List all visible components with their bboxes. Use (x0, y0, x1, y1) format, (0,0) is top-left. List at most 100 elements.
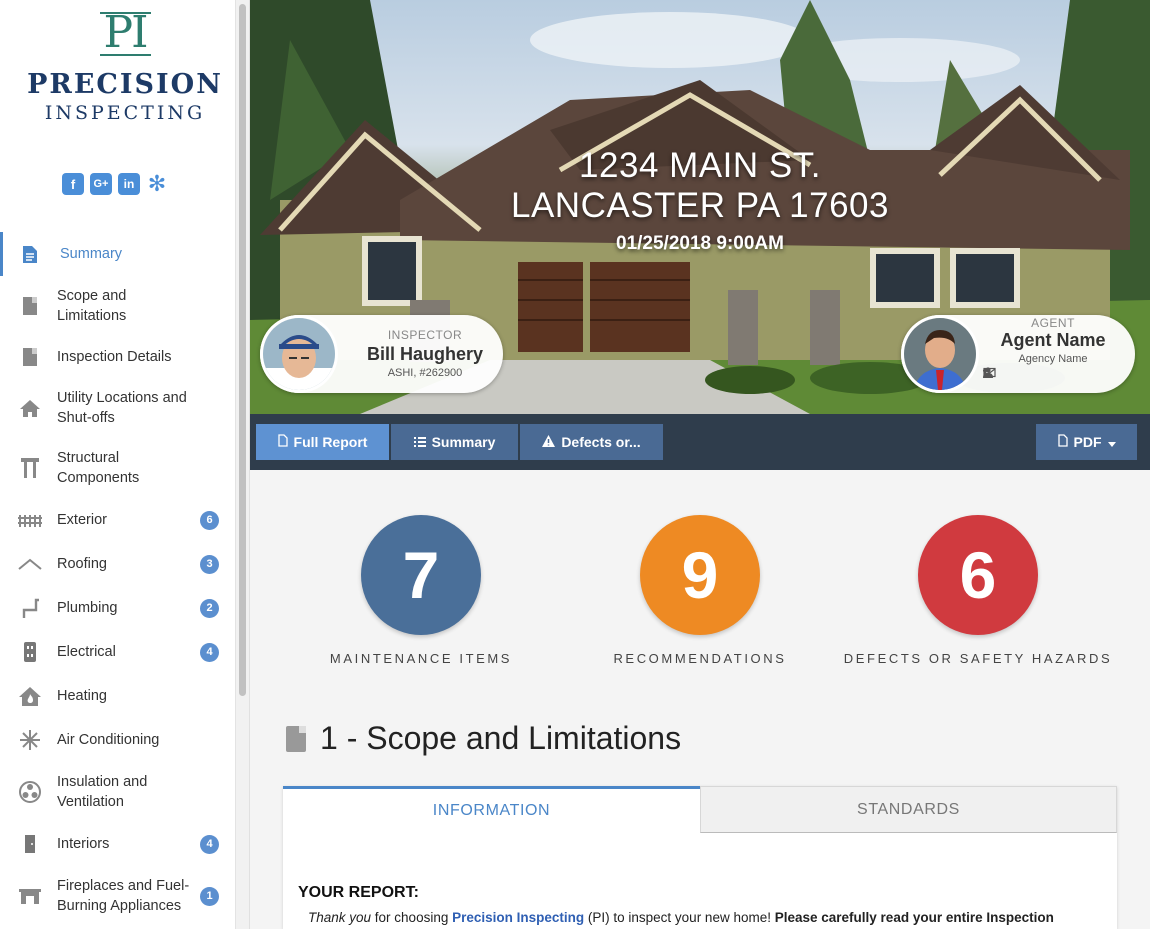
logo-subtitle: INSPECTING (44, 102, 206, 124)
agent-name: Agent Name (1000, 330, 1106, 350)
pipe-icon (18, 596, 42, 620)
report-heading: YOUR REPORT: (298, 884, 419, 901)
sidebar-item-fireplaces[interactable]: Fireplaces and Fuel-Burning Appliances 1 (0, 866, 235, 926)
intro-emphasis: Please carefully read your entire Inspec… (774, 910, 1054, 925)
sidebar-item-interiors[interactable]: Interiors 4 (0, 822, 235, 866)
sidebar-item-roofing[interactable]: Roofing 3 (0, 542, 235, 586)
full-report-button[interactable]: Full Report (256, 424, 389, 460)
inspector-credentials: ASHI, #262900 (387, 367, 463, 379)
defects-count-circle: 6 (918, 515, 1038, 635)
snowflake-icon (18, 728, 42, 752)
section-heading: 1 - Scope and Limitations (286, 720, 681, 757)
house-icon (18, 396, 42, 420)
pdf-label: PDF (1073, 434, 1102, 450)
tab-standards[interactable]: STANDARDS (700, 786, 1117, 833)
sidebar-item-plumbing[interactable]: Plumbing 2 (0, 586, 235, 630)
address-line-2: LANCASTER PA 17603 (511, 186, 889, 225)
inspector-name: Bill Haughery (366, 344, 484, 364)
structure-icon (18, 456, 42, 480)
inspector-role-label: INSPECTOR (387, 328, 463, 342)
issue-count-badge: 3 (200, 554, 219, 574)
issue-count-badge: 4 (200, 834, 219, 854)
sidebar-item-label: Inspection Details (57, 349, 172, 365)
summary-label: Summary (431, 434, 496, 450)
tab-information[interactable]: INFORMATION (283, 786, 700, 833)
book-icon (18, 345, 42, 369)
inspector-card[interactable]: INSPECTOR Bill Haughery ASHI, #262900 (260, 315, 503, 393)
logo-mark: PI (99, 7, 151, 58)
sidebar-nav: Summary Scope and Limitations Inspection… (0, 232, 235, 926)
scrollbar-thumb[interactable] (239, 4, 246, 696)
sidebar-item-summary[interactable]: Summary (0, 232, 235, 276)
sidebar-item-heating[interactable]: Heating (0, 674, 235, 718)
sidebar-item-label: Electrical (57, 644, 116, 660)
sidebar-item-label: Roofing (57, 556, 107, 572)
intro-text: for choosing (371, 910, 453, 925)
linkedin-icon[interactable]: in (118, 173, 140, 195)
sidebar-item-label: Interiors (57, 836, 110, 852)
full-report-label: Full Report (293, 434, 368, 450)
sidebar-scrollbar[interactable] (236, 0, 250, 929)
sidebar-item-scope[interactable]: Scope and Limitations (0, 276, 235, 336)
address-line-1: 1234 MAIN ST. (579, 146, 821, 185)
sidebar-item-label: Fireplaces and Fuel-Burning Appliances (57, 878, 190, 914)
agency-name: Agency Name (1018, 353, 1088, 365)
property-hero-image: 1234 MAIN ST. LANCASTER PA 17603 01/25/2… (250, 0, 1150, 414)
document-icon (18, 242, 42, 266)
defects-label: Defects or... (561, 434, 641, 450)
stat-label: MAINTENANCE ITEMS (329, 651, 513, 666)
sidebar-item-label: Utility Locations and Shut-offs (57, 390, 187, 426)
section-panel: INFORMATION STANDARDS YOUR REPORT: Thank… (283, 786, 1117, 929)
sidebar-item-label: Heating (57, 688, 107, 704)
sidebar-item-label: Structural Components (57, 450, 140, 486)
sidebar-item-air-conditioning[interactable]: Air Conditioning (0, 718, 235, 762)
sidebar-item-label: Air Conditioning (57, 732, 160, 748)
sidebar-item-label: Plumbing (57, 600, 118, 616)
sidebar-item-label: Exterior (57, 512, 107, 528)
caret-down-icon (1107, 434, 1116, 450)
pdf-button[interactable]: PDF (1036, 424, 1137, 460)
report-intro-text: Thank you for choosing Precision Inspect… (308, 910, 1054, 925)
list-icon (413, 434, 426, 450)
sidebar-item-label: Scope and Limitations (57, 288, 127, 324)
defects-button[interactable]: Defects or... (520, 424, 663, 460)
file-icon (277, 434, 288, 450)
book-icon (18, 294, 42, 318)
stat-defects[interactable]: 6 DEFECTS OR SAFETY HAZARDS (838, 515, 1118, 666)
google-plus-icon[interactable]: G+ (90, 173, 112, 195)
stat-recommendations[interactable]: 9 RECOMMENDATIONS (560, 515, 840, 666)
warning-icon (542, 434, 556, 450)
facebook-icon[interactable]: f (62, 173, 84, 195)
pdf-file-icon (1057, 434, 1068, 450)
stat-label: DEFECTS OR SAFETY HAZARDS (843, 651, 1113, 666)
issue-count-badge: 2 (200, 598, 219, 618)
issue-count-badge: 4 (200, 642, 219, 662)
sidebar-item-structural[interactable]: Structural Components (0, 438, 235, 498)
yelp-icon[interactable]: ✻ (146, 171, 168, 196)
intro-text: (PI) to inspect your new home! (584, 910, 775, 925)
stat-maintenance[interactable]: 7 MAINTENANCE ITEMS (281, 515, 561, 666)
brand-logo[interactable]: PI PRECISION INSPECTING (0, 7, 235, 125)
company-link[interactable]: Precision Inspecting (452, 910, 584, 925)
sidebar-item-insulation[interactable]: Insulation and Ventilation (0, 762, 235, 822)
agent-card[interactable]: AGENT Agent Name Agency Name (901, 315, 1135, 393)
social-links: f G+ in ✻ (62, 171, 168, 196)
sidebar-item-exterior[interactable]: Exterior 6 (0, 498, 235, 542)
sidebar-item-label: Summary (60, 246, 123, 262)
fireplace-icon (18, 884, 42, 908)
sidebar-item-label: Insulation and Ventilation (57, 774, 148, 810)
outlet-icon (18, 640, 42, 664)
sidebar-item-utility[interactable]: Utility Locations and Shut-offs (0, 378, 235, 438)
stat-label: RECOMMENDATIONS (613, 651, 787, 666)
recommendations-count-circle: 9 (640, 515, 760, 635)
roof-icon (18, 552, 42, 576)
maintenance-count-circle: 7 (361, 515, 481, 635)
issue-count-badge: 1 (200, 886, 219, 906)
sidebar-item-inspection-details[interactable]: Inspection Details (0, 336, 235, 378)
sidebar-item-electrical[interactable]: Electrical 4 (0, 630, 235, 674)
summary-button[interactable]: Summary (391, 424, 518, 460)
issue-count-badge: 6 (200, 510, 219, 530)
sidebar: PI PRECISION INSPECTING f G+ in ✻ Summar… (0, 0, 236, 929)
house-heat-icon (18, 684, 42, 708)
inspector-avatar (260, 315, 338, 393)
